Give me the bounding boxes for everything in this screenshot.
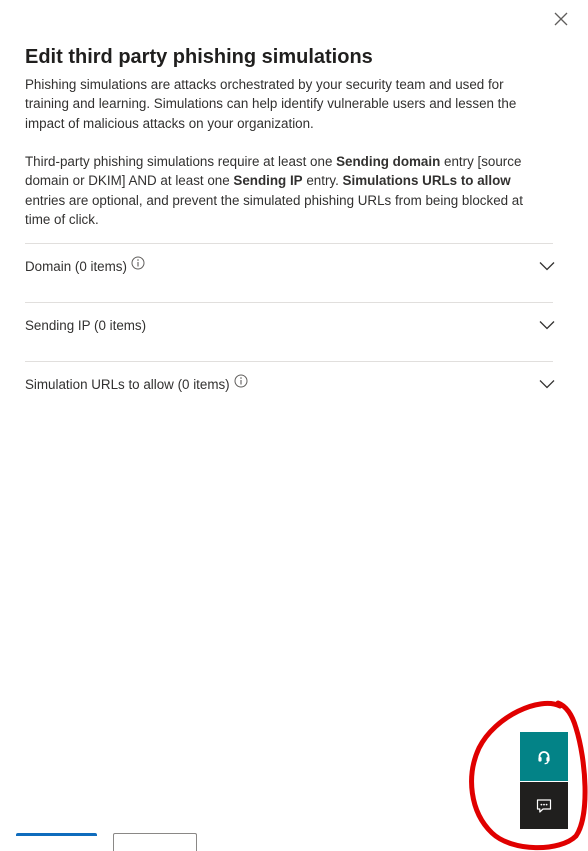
panel-title: Edit third party phishing simulations xyxy=(25,46,373,68)
close-button[interactable] xyxy=(550,8,572,30)
secondary-action-button[interactable] xyxy=(113,833,197,851)
chevron-down-icon xyxy=(539,380,555,389)
section-simulation-urls-label: Simulation URLs to allow (0 items) xyxy=(25,376,230,392)
section-sending-ip-label: Sending IP (0 items) xyxy=(25,317,147,333)
requirements-text-4: entries are optional, and prevent the si… xyxy=(25,192,523,227)
headset-icon xyxy=(538,750,550,764)
requirements-bold-sending-ip: Sending IP xyxy=(233,173,303,189)
divider xyxy=(25,361,553,362)
chevron-down-icon xyxy=(539,262,555,271)
section-domain[interactable]: Domain (0 items) xyxy=(25,246,555,286)
panel-description-requirements: Third-party phishing simulations require… xyxy=(25,152,550,229)
info-icon[interactable] xyxy=(234,374,248,388)
divider xyxy=(25,302,553,303)
section-domain-label: Domain (0 items) xyxy=(25,258,127,274)
panel-description-intro: Phishing simulations are attacks orchest… xyxy=(25,77,517,131)
section-simulation-urls[interactable]: Simulation URLs to allow (0 items) xyxy=(25,364,555,404)
info-icon[interactable] xyxy=(131,256,145,270)
section-sending-ip[interactable]: Sending IP (0 items) xyxy=(25,305,555,345)
help-button[interactable] xyxy=(520,732,568,781)
requirements-bold-simulation-urls: Simulations URLs to allow xyxy=(342,173,511,189)
feedback-icon xyxy=(536,798,552,813)
chevron-down-icon xyxy=(539,321,555,330)
close-icon xyxy=(554,12,568,26)
requirements-bold-sending-domain: Sending domain xyxy=(336,154,441,169)
primary-action-button[interactable] xyxy=(16,833,97,836)
requirements-text-1: Third-party phishing simulations require… xyxy=(25,154,337,169)
requirements-text-3: entry. xyxy=(302,173,343,189)
feedback-button[interactable] xyxy=(520,782,568,829)
divider xyxy=(25,243,553,244)
